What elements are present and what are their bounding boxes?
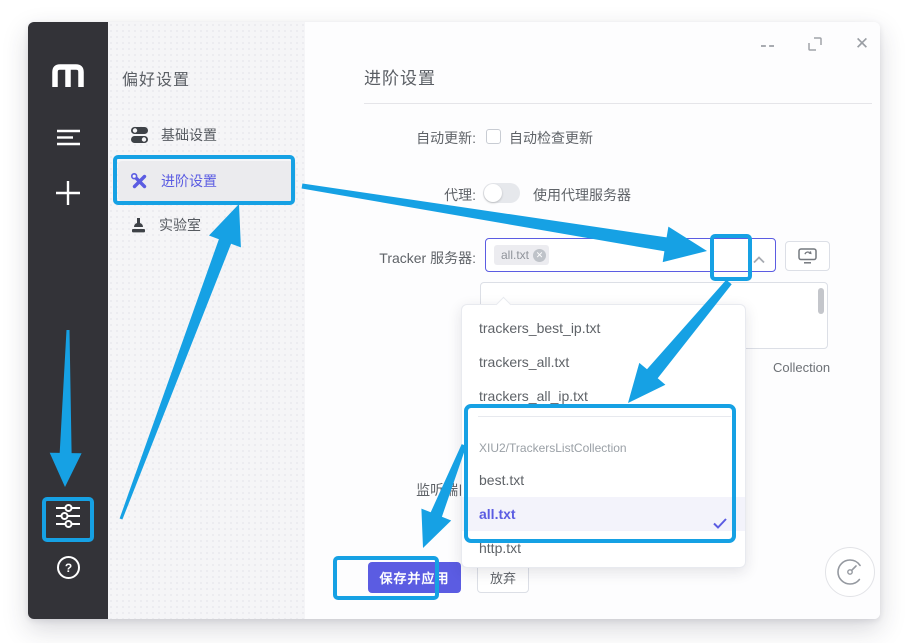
proxy-toggle-label: 使用代理服务器 (533, 185, 631, 205)
dropdown-item[interactable]: trackers_best_ip.txt (462, 311, 745, 345)
page-title: 进阶设置 (364, 64, 436, 89)
minimize-button[interactable] (753, 32, 781, 60)
app-window: ? 偏好设置 基础设置 (28, 22, 880, 619)
save-and-apply-button[interactable]: 保存并应用 (368, 562, 461, 593)
trackerslist-link-fragment[interactable]: Collection (773, 360, 835, 375)
proxy-label: 代理: (356, 185, 476, 205)
speed-gauge-button[interactable] (825, 547, 875, 597)
toggles-icon (131, 127, 148, 143)
sync-screen-icon (798, 248, 817, 264)
sidebar-item-lab[interactable]: 实验室 (118, 205, 296, 245)
proxy-toggle[interactable] (483, 183, 520, 203)
task-list-icon[interactable] (28, 129, 108, 146)
tracker-label: Tracker 服务器: (356, 248, 476, 268)
motrix-logo-icon (28, 62, 108, 88)
screenshot-stage: ? 偏好设置 基础设置 (0, 0, 906, 643)
divider (364, 103, 872, 104)
sidebar-item-advanced-settings[interactable]: 进阶设置 (118, 161, 296, 201)
auto-update-label: 自动更新: (356, 128, 476, 148)
dropdown-divider (478, 416, 731, 417)
maximize-button[interactable] (801, 30, 829, 58)
sidebar-item-label: 实验室 (159, 215, 201, 235)
listen-port-label: 监听端口: (356, 480, 476, 500)
help-icon[interactable]: ? (28, 555, 108, 580)
preferences-panel: 偏好设置 基础设置 进阶设置 (108, 22, 305, 619)
tracker-dropdown: trackers_best_ip.txt trackers_all.txt tr… (461, 304, 746, 568)
sidebar-item-basic-settings[interactable]: 基础设置 (118, 115, 296, 155)
sync-tracker-list-button[interactable] (785, 241, 830, 271)
sidebar-item-label: 基础设置 (161, 125, 217, 145)
dropdown-item[interactable]: trackers_all_ip.txt (462, 379, 745, 413)
svg-text:?: ? (64, 561, 71, 575)
dropdown-item[interactable]: trackers_all.txt (462, 345, 745, 379)
auto-update-checkbox-label: 自动检查更新 (509, 128, 593, 148)
dropdown-item[interactable]: best.txt (462, 463, 745, 497)
tracker-server-input[interactable]: all.txt ✕ (485, 238, 776, 272)
speedometer-icon (834, 556, 866, 588)
stamp-icon (131, 217, 146, 234)
dropdown-group-label: XIU2/TrackersListCollection (479, 441, 627, 455)
preferences-sliders-icon[interactable] (28, 504, 108, 528)
chevron-up-icon[interactable] (753, 251, 765, 269)
textarea-scrollbar[interactable] (818, 288, 824, 314)
add-task-icon[interactable] (28, 180, 108, 206)
close-button[interactable]: ✕ (848, 30, 876, 58)
tools-icon (131, 173, 148, 190)
tag-remove-icon[interactable]: ✕ (533, 249, 546, 262)
nav-rail: ? (28, 22, 108, 619)
tracker-tag: all.txt ✕ (494, 245, 549, 265)
sidebar-item-label: 进阶设置 (161, 171, 217, 191)
preferences-title: 偏好设置 (122, 66, 190, 90)
auto-update-checkbox[interactable] (486, 129, 501, 144)
dropdown-item[interactable]: http.txt (462, 531, 745, 565)
dropdown-item-selected[interactable]: all.txt (462, 497, 745, 531)
